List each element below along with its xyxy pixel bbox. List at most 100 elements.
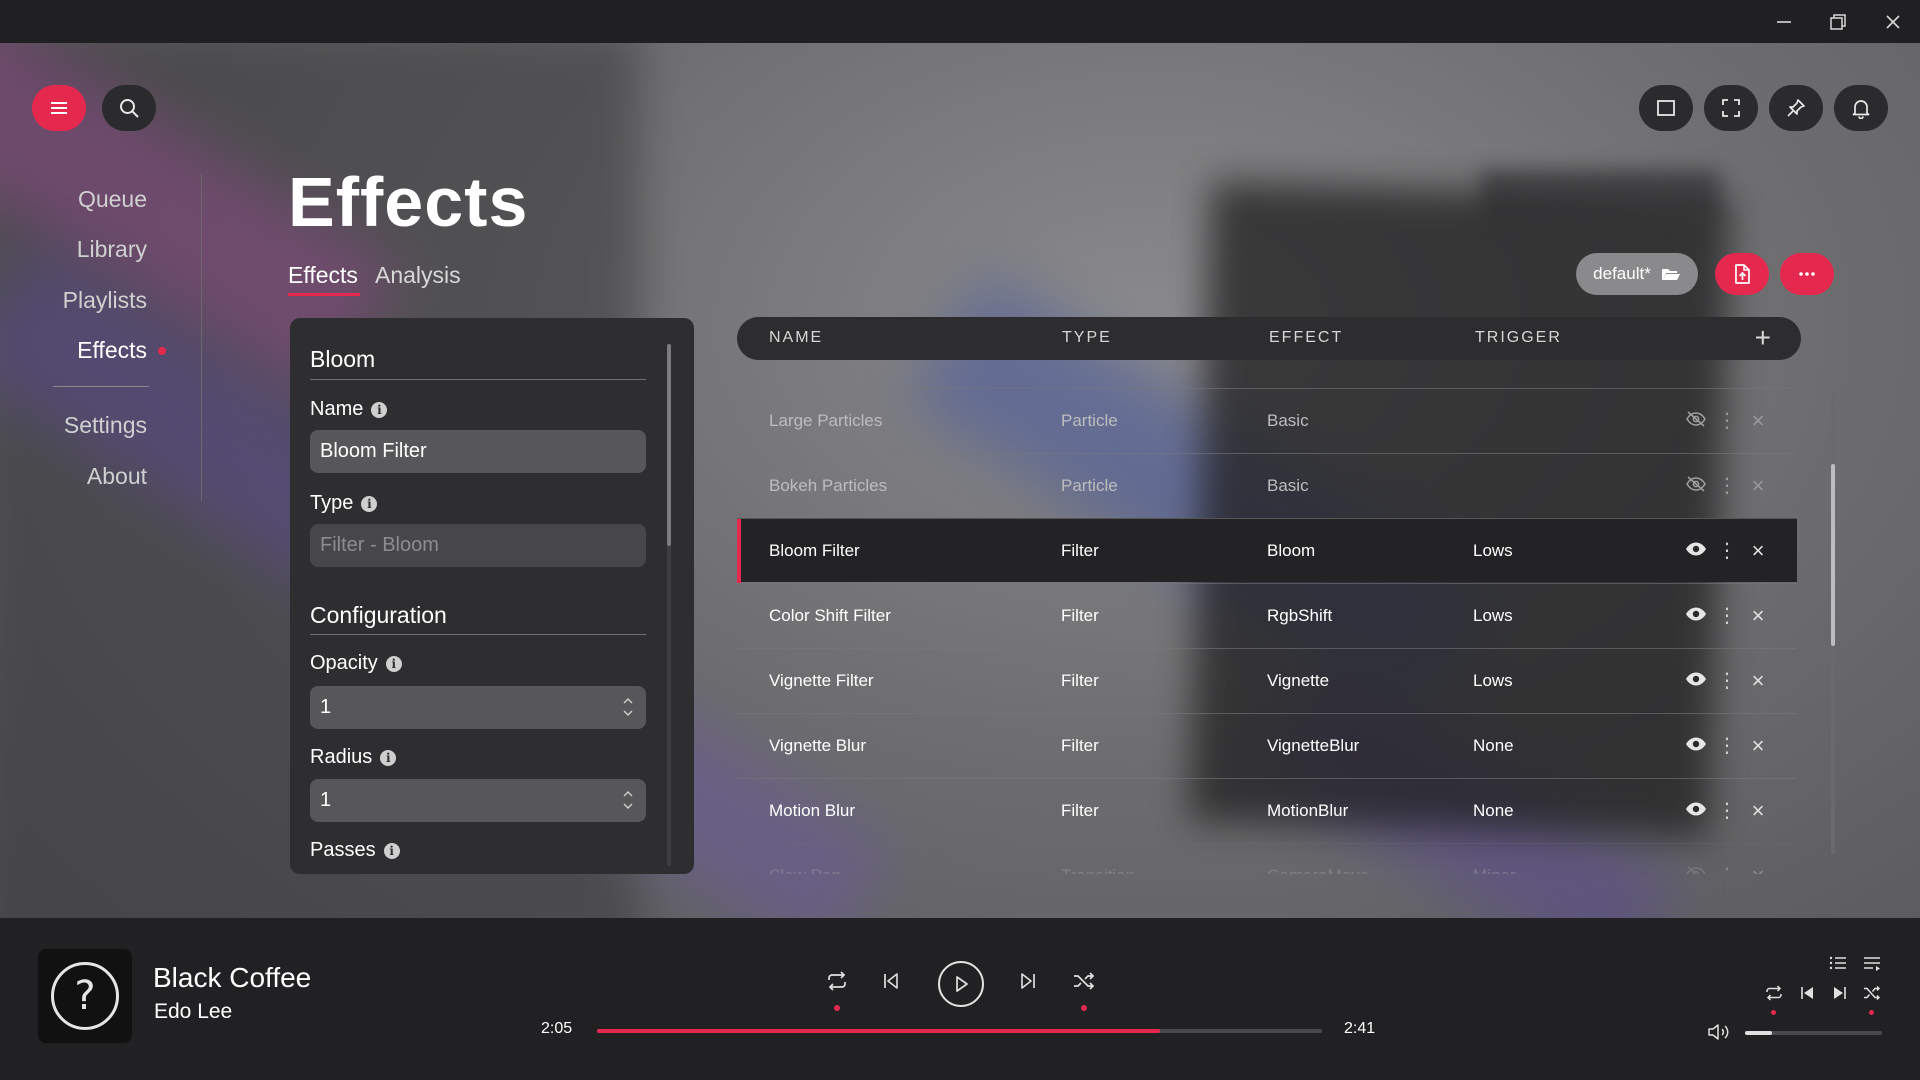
remove-icon[interactable]: × [1747, 537, 1769, 565]
cell-effect: RgbShift [1267, 606, 1333, 625]
stepper-arrows-icon[interactable] [622, 694, 634, 720]
cell-effect: Bloom [1267, 541, 1316, 560]
table-row[interactable]: Motion Blur Filter MotionBlur None ⋮ × [737, 778, 1797, 842]
eye-icon[interactable] [1685, 801, 1707, 822]
nav-item-playlists[interactable]: Playlists [63, 287, 147, 314]
remove-icon[interactable]: × [1747, 862, 1769, 874]
info-icon[interactable]: i [380, 749, 397, 766]
close-window-icon[interactable] [1879, 8, 1907, 36]
remove-icon[interactable]: × [1747, 602, 1769, 630]
table-row[interactable]: Large Particles Particle Basic ⋮ × [737, 388, 1797, 452]
column-header-effect[interactable]: EFFECT [1269, 329, 1343, 347]
column-header-name[interactable]: NAME [769, 329, 823, 347]
file-export-icon [1735, 264, 1750, 284]
nav-item-library[interactable]: Library [77, 236, 147, 263]
search-button[interactable] [102, 85, 156, 131]
seek-bar[interactable] [597, 1029, 1322, 1033]
remove-icon[interactable]: × [1747, 797, 1769, 825]
tab-effects[interactable]: Effects [288, 262, 358, 289]
kebab-menu-icon[interactable]: ⋮ [1717, 797, 1737, 825]
eye-icon[interactable] [1685, 541, 1707, 562]
playlist-button[interactable] [1860, 953, 1884, 973]
fullscreen-button[interactable] [1704, 85, 1758, 131]
nav-item-effects[interactable]: Effects [77, 337, 147, 364]
track-artist[interactable]: Edo Lee [154, 1000, 232, 1024]
opacity-value: 1 [320, 696, 332, 718]
notifications-button[interactable] [1834, 85, 1888, 131]
play-button[interactable] [938, 961, 984, 1007]
kebab-menu-icon[interactable]: ⋮ [1717, 602, 1737, 630]
save-preset-button[interactable] [1715, 253, 1769, 295]
mini-repeat-button[interactable] [1762, 983, 1786, 1003]
minimize-icon[interactable] [1770, 8, 1798, 36]
kebab-menu-icon[interactable]: ⋮ [1717, 407, 1737, 435]
panel-scrollbar[interactable] [667, 344, 671, 546]
cell-trigger: Minor [1473, 866, 1516, 874]
pin-button[interactable] [1769, 85, 1823, 131]
tab-analysis[interactable]: Analysis [375, 262, 461, 289]
mini-next-button[interactable] [1828, 983, 1852, 1003]
table-scrollbar[interactable] [1831, 464, 1835, 646]
menu-button[interactable] [32, 85, 86, 131]
mini-shuffle-button[interactable] [1860, 983, 1884, 1003]
nav-item-queue[interactable]: Queue [78, 186, 147, 213]
row-actions: ⋮ × [1685, 862, 1769, 874]
column-header-trigger[interactable]: TRIGGER [1475, 329, 1562, 347]
eye-off-icon[interactable] [1685, 475, 1707, 498]
volume-slider[interactable] [1745, 1031, 1882, 1035]
eye-off-icon[interactable] [1685, 865, 1707, 874]
next-button[interactable] [1013, 966, 1043, 996]
effects-table-header: NAME TYPE EFFECT TRIGGER + [737, 317, 1801, 360]
name-input[interactable]: Bloom Filter [310, 430, 646, 473]
active-indicator-dot [158, 347, 166, 355]
remove-icon[interactable]: × [1747, 667, 1769, 695]
elapsed-time: 2:05 [541, 1020, 573, 1037]
repeat-button[interactable] [822, 966, 852, 996]
more-options-button[interactable] [1780, 253, 1834, 295]
row-actions: ⋮ × [1685, 732, 1769, 760]
window-mode-button[interactable] [1639, 85, 1693, 131]
remove-icon[interactable]: × [1747, 732, 1769, 760]
eye-icon[interactable] [1685, 736, 1707, 757]
add-effect-icon[interactable]: + [1755, 322, 1771, 354]
column-header-type[interactable]: TYPE [1062, 329, 1112, 347]
table-row[interactable]: Slow Pan Transition CameraMove Minor ⋮ × [737, 843, 1797, 874]
table-row[interactable]: Vignette Filter Filter Vignette Lows ⋮ × [737, 648, 1797, 712]
table-row[interactable]: Bokeh Particles Particle Basic ⋮ × [737, 453, 1797, 517]
album-art[interactable]: ? [38, 949, 132, 1043]
restore-icon[interactable] [1824, 8, 1852, 36]
previous-button[interactable] [876, 966, 906, 996]
stepper-arrows-icon[interactable] [622, 787, 634, 813]
info-icon[interactable]: i [371, 401, 388, 418]
table-row[interactable]: Vignette Blur Filter VignetteBlur None ⋮… [737, 713, 1797, 777]
passes-field-label: Passes i [310, 839, 400, 862]
volume-button[interactable] [1706, 1020, 1732, 1044]
eye-icon[interactable] [1685, 671, 1707, 692]
volume-icon [1708, 1024, 1729, 1040]
info-icon[interactable]: i [383, 842, 400, 859]
table-row[interactable]: Color Shift Filter Filter RgbShift Lows … [737, 583, 1797, 647]
queue-list-button[interactable] [1826, 953, 1850, 973]
kebab-menu-icon[interactable]: ⋮ [1717, 667, 1737, 695]
opacity-stepper[interactable]: 1 [310, 686, 646, 729]
remove-icon[interactable]: × [1747, 407, 1769, 435]
row-actions: ⋮ × [1685, 602, 1769, 630]
kebab-menu-icon[interactable]: ⋮ [1717, 537, 1737, 565]
table-row[interactable]: Bloom Filter Filter Bloom Lows ⋮ × [737, 518, 1797, 583]
eye-icon[interactable] [1685, 606, 1707, 627]
shuffle-button[interactable] [1069, 966, 1099, 996]
info-icon[interactable]: i [385, 655, 402, 672]
shuffle-active-dot [1081, 1005, 1087, 1011]
preset-selector[interactable]: default* [1576, 253, 1698, 295]
eye-off-icon[interactable] [1685, 410, 1707, 433]
radius-stepper[interactable]: 1 [310, 779, 646, 822]
info-icon[interactable]: i [361, 495, 378, 512]
kebab-menu-icon[interactable]: ⋮ [1717, 862, 1737, 874]
kebab-menu-icon[interactable]: ⋮ [1717, 472, 1737, 500]
mini-previous-button[interactable] [1795, 983, 1819, 1003]
remove-icon[interactable]: × [1747, 472, 1769, 500]
effect-config-panel: Bloom Name i Bloom Filter Type i Filter … [290, 318, 694, 874]
nav-item-settings[interactable]: Settings [64, 412, 147, 439]
nav-item-about[interactable]: About [87, 463, 147, 490]
kebab-menu-icon[interactable]: ⋮ [1717, 732, 1737, 760]
